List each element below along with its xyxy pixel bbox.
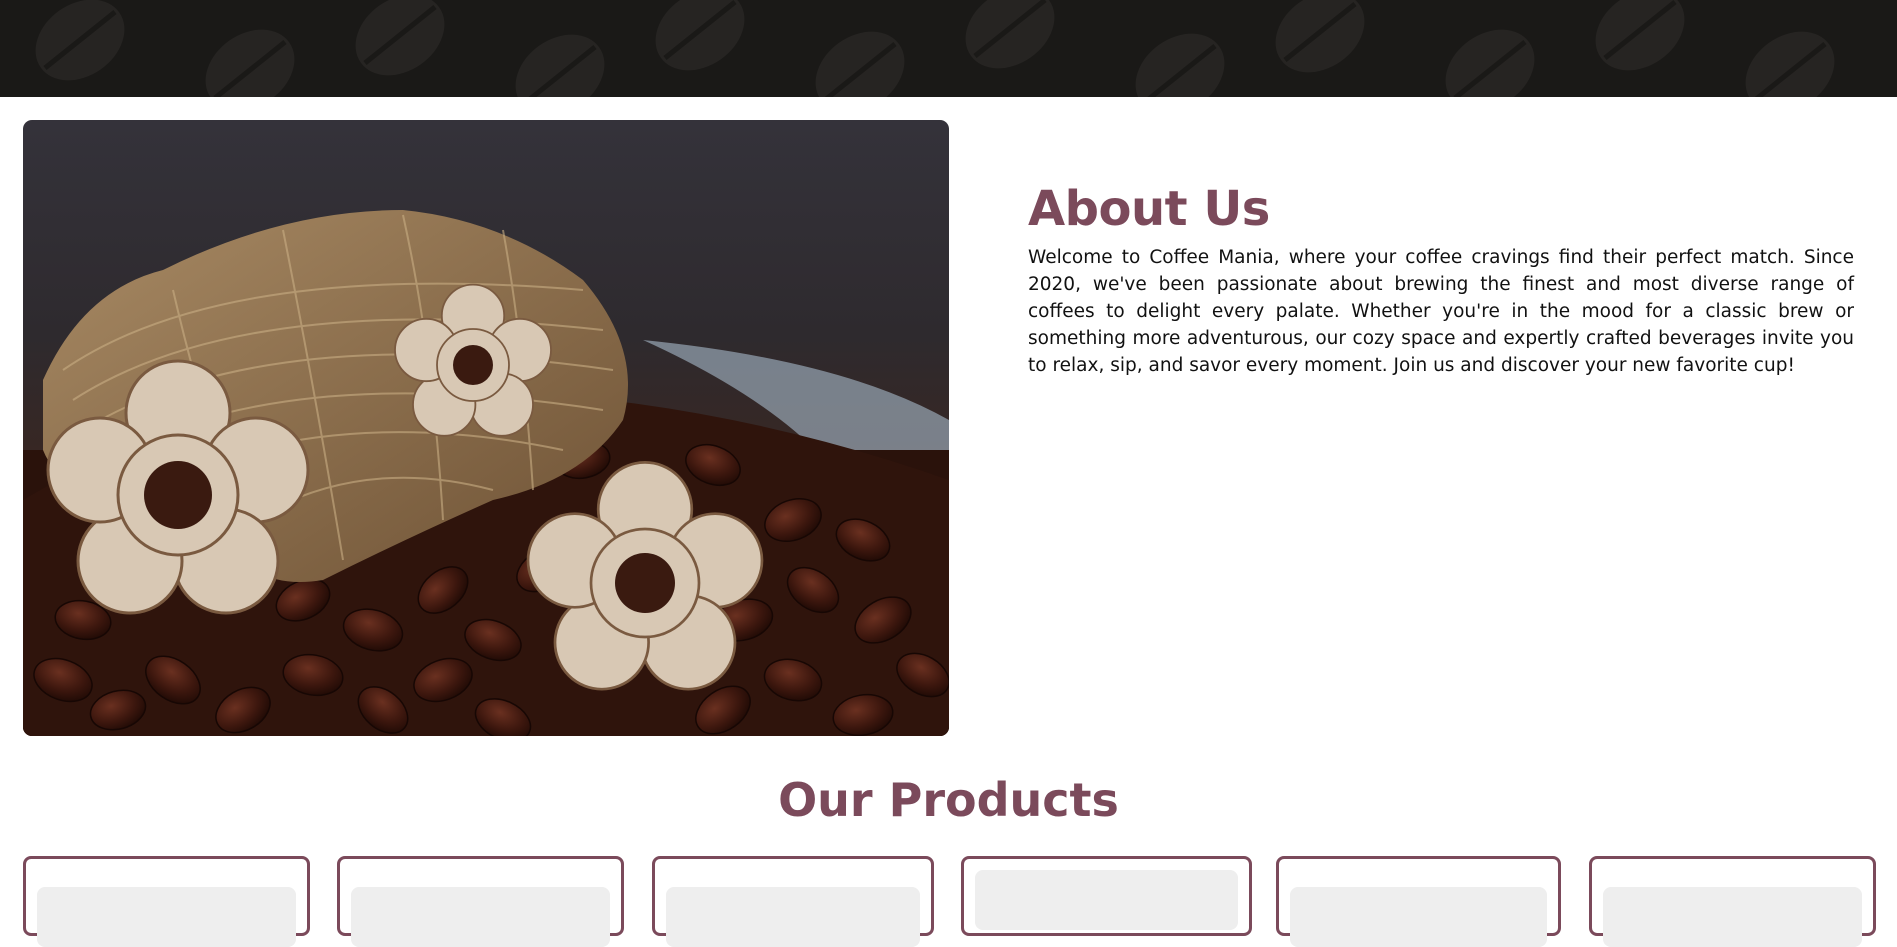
product-card[interactable] (961, 856, 1252, 936)
product-image-placeholder (37, 887, 296, 947)
site-header (0, 0, 1897, 97)
coffee-beans-with-wooden-flowers-photo-icon (23, 210, 949, 736)
coffee-bean-pattern-icon (35, 0, 1835, 97)
products-title: Our Products (778, 773, 1119, 827)
product-card[interactable] (652, 856, 934, 947)
product-image-placeholder (666, 887, 920, 947)
product-card[interactable] (1589, 856, 1876, 947)
product-image-placeholder (975, 870, 1238, 930)
about-text: Welcome to Coffee Mania, where your coff… (1028, 247, 1854, 376)
product-card[interactable] (337, 856, 624, 947)
product-image-placeholder (1603, 887, 1862, 947)
product-image-placeholder (1290, 887, 1547, 947)
product-image-placeholder (351, 887, 610, 947)
about-section: About Us Welcome to Coffee Mania, where … (1028, 180, 1854, 379)
about-image (23, 120, 949, 736)
about-title: About Us (1028, 181, 1270, 237)
product-card[interactable] (23, 856, 310, 947)
product-card[interactable] (1276, 856, 1561, 947)
